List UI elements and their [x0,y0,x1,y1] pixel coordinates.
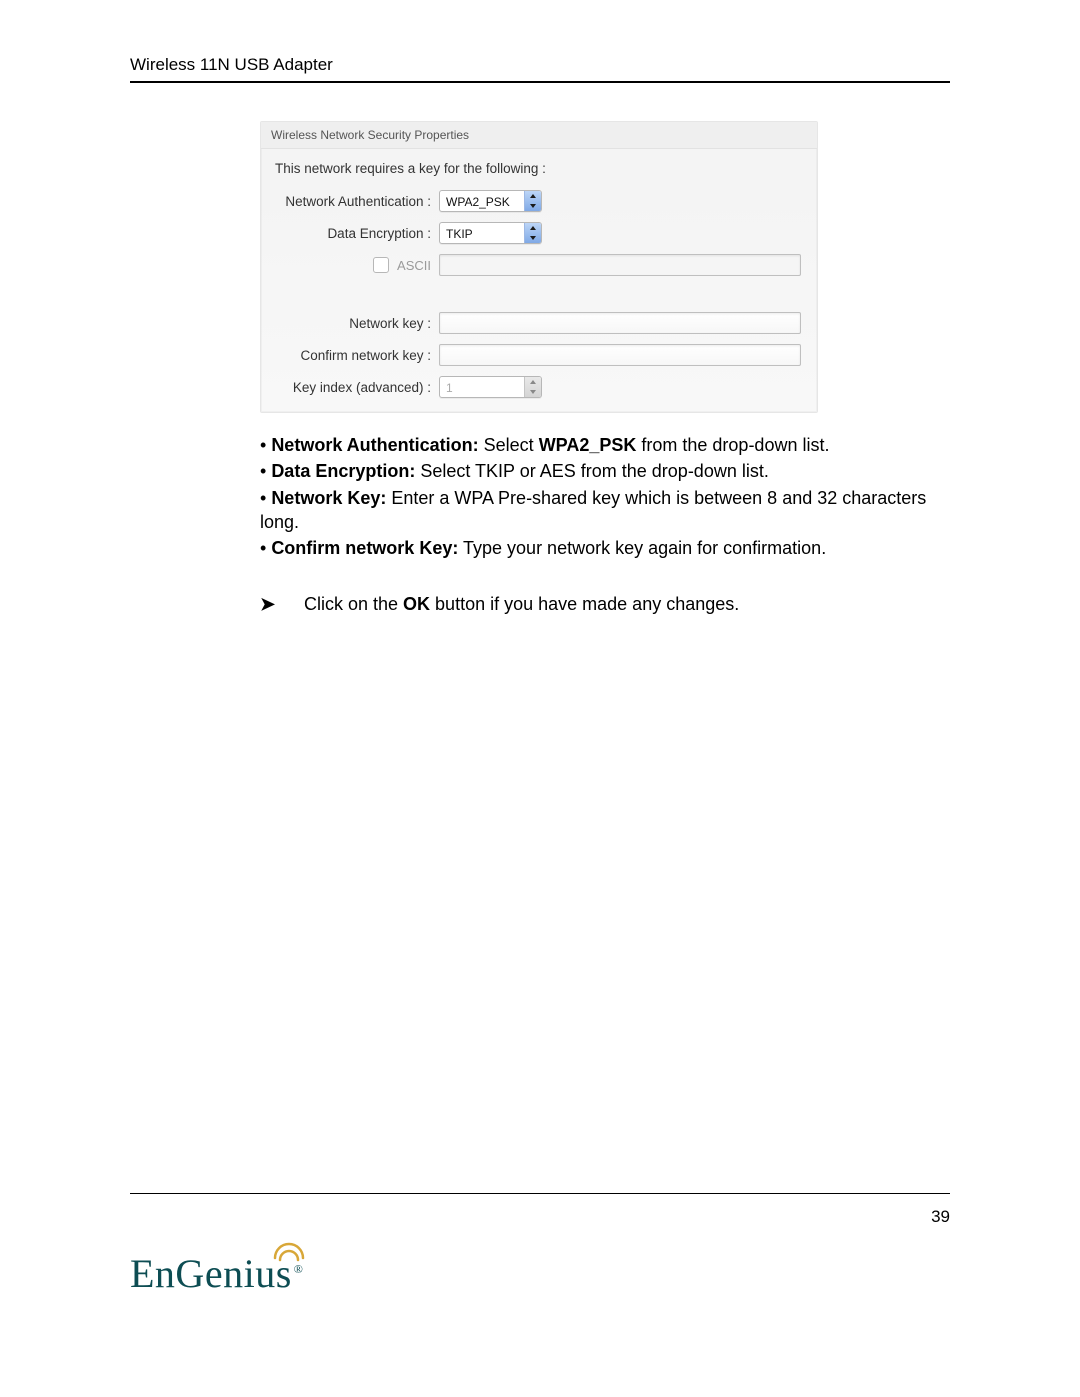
key-index-value: 1 [440,380,524,395]
bullet-network-key: Network Key: Enter a WPA Pre-shared key … [260,486,950,535]
bullet-confirm-network-key: Confirm network Key: Type your network k… [260,536,950,560]
instructions-block: Network Authentication: Select WPA2_PSK … [260,433,950,617]
wifi-arc-icon [272,1240,306,1262]
arrow-icon: ➤ [260,592,304,616]
label-ascii: ASCII [397,258,431,273]
ascii-checkbox[interactable] [373,257,389,273]
confirm-network-key-input[interactable] [439,344,801,366]
page-number: 39 [931,1207,950,1227]
stepper-icon [524,191,541,211]
security-properties-panel: Wireless Network Security Properties Thi… [260,121,818,413]
bullet-network-authentication: Network Authentication: Select WPA2_PSK … [260,433,950,457]
footer-rule [130,1193,950,1194]
label-network-authentication: Network Authentication : [275,194,439,209]
stepper-icon [524,223,541,243]
label-data-encryption: Data Encryption : [275,226,439,241]
label-confirm-network-key: Confirm network key : [275,348,439,363]
document-header: Wireless 11N USB Adapter [130,55,950,81]
ok-instruction: ➤ Click on the OK button if you have mad… [260,592,950,616]
label-network-key: Network key : [275,316,439,331]
data-encryption-select[interactable]: TKIP [439,222,542,244]
panel-title: Wireless Network Security Properties [261,122,817,149]
panel-intro-text: This network requires a key for the foll… [275,161,803,176]
network-authentication-value: WPA2_PSK [440,194,524,209]
network-authentication-select[interactable]: WPA2_PSK [439,190,542,212]
engenius-logo: EnGenius® [130,1250,303,1297]
key-index-select[interactable]: 1 [439,376,542,398]
label-key-index: Key index (advanced) : [275,380,439,395]
data-encryption-value: TKIP [440,226,524,241]
network-key-input[interactable] [439,312,801,334]
ascii-input[interactable] [439,254,801,276]
bullet-data-encryption: Data Encryption: Select TKIP or AES from… [260,459,950,483]
stepper-icon [524,377,541,397]
header-rule [130,81,950,83]
